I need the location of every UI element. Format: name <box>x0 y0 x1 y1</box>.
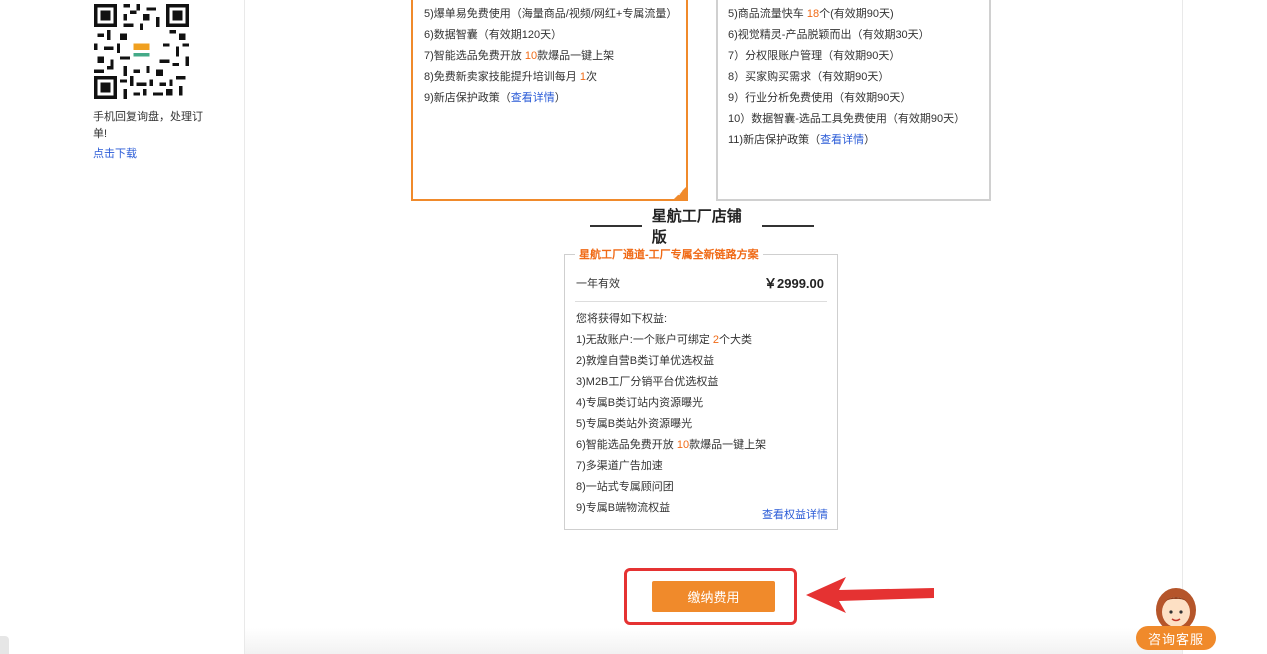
plan-card[interactable]: 5)商品流量快车 18个(有效期90天) 6)视觉精灵-产品脱颖而出（有效期30… <box>716 0 991 201</box>
plan-price: ￥2999.00 <box>764 276 824 291</box>
benefits-intro: 您将获得如下权益: <box>576 313 668 325</box>
benefit-item: 7)智能选品免费开放 10款爆品一键上架 <box>424 50 615 62</box>
benefit-item: 9）行业分析免费使用（有效期90天） <box>728 92 912 104</box>
plan-legend: 星航工厂通道-工厂专属全新链路方案 <box>575 248 763 262</box>
benefit-item: 6)数据智囊（有效期120天） <box>424 29 563 41</box>
section-title-text: 星航工厂店铺版 <box>651 208 742 246</box>
benefit-item: 9)专属B端物流权益 <box>576 502 671 514</box>
benefit-item: 4)专属B类订站内资源曝光 <box>576 397 704 409</box>
divider <box>575 301 827 302</box>
benefit-item: 5)商品流量快车 18个(有效期90天) <box>728 8 894 20</box>
view-details-link[interactable]: 查看详情 <box>511 92 555 104</box>
plan-card-selected[interactable]: 5)爆单易免费使用（海量商品/视频/网红+专属流量） 6)数据智囊（有效期120… <box>411 0 688 201</box>
scroll-handle[interactable] <box>0 636 9 654</box>
benefit-item: 8)一站式专属顾问团 <box>576 481 674 493</box>
title-divider-right <box>762 225 815 227</box>
highlight-number: 10 <box>524 50 538 62</box>
benefit-item: 10）数据智囊-选品工具免费使用（有效期90天） <box>728 113 966 125</box>
factory-plan-card: 星航工厂通道-工厂专属全新链路方案 一年有效 ￥2999.00 您将获得如下权益… <box>564 248 838 530</box>
benefit-item: 6)视觉精灵-产品脱颖而出（有效期30天） <box>728 29 930 41</box>
plan-validity: 一年有效 <box>576 278 620 290</box>
benefit-item: 7)多渠道广告加速 <box>576 460 663 472</box>
bottom-fade <box>245 628 1182 654</box>
highlight-number: 10 <box>676 439 690 451</box>
benefit-item: 2)敦煌自营B类订单优选权益 <box>576 355 715 367</box>
benefit-item: 8)免费新卖家技能提升培训每月 1次 <box>424 71 597 83</box>
benefit-item: 5)爆单易免费使用（海量商品/视频/网红+专属流量） <box>424 8 678 20</box>
right-sidebar <box>1182 0 1267 654</box>
section-title: 星航工厂店铺版 <box>590 208 815 246</box>
benefit-item: 7）分权限账户管理（有效期90天） <box>728 50 901 62</box>
benefit-item: 11)新店保护政策（查看详情） <box>728 134 876 146</box>
qr-code-icon <box>94 4 189 99</box>
left-sidebar: 手机回复询盘，处理订单! 点击下载 <box>0 0 245 654</box>
highlight-number: 18 <box>806 8 820 20</box>
annotation-arrow-icon <box>806 577 934 613</box>
view-details-link[interactable]: 查看详情 <box>820 134 864 146</box>
view-benefit-details-link[interactable]: 查看权益详情 <box>762 506 828 522</box>
benefit-item: 9)新店保护政策（查看详情） <box>424 92 566 104</box>
download-app-link[interactable]: 点击下载 <box>93 145 137 161</box>
check-icon: ✓ <box>673 186 687 200</box>
title-divider-left <box>590 225 642 227</box>
customer-service-button[interactable]: 咨询客服 <box>1136 626 1216 650</box>
benefit-item: 3)M2B工厂分销平台优选权益 <box>576 376 719 388</box>
benefit-item: 6)智能选品免费开放 10款爆品一键上架 <box>576 439 767 451</box>
benefit-item: 8）买家购买需求（有效期90天） <box>728 71 890 83</box>
benefit-item: 5)专属B类站外资源曝光 <box>576 418 693 430</box>
benefit-item: 1)无敌账户:一个账户可绑定 2个大类 <box>576 334 753 346</box>
qr-note: 手机回复询盘，处理订单! <box>93 111 203 140</box>
pay-fee-button[interactable]: 缴纳费用 <box>652 581 775 612</box>
